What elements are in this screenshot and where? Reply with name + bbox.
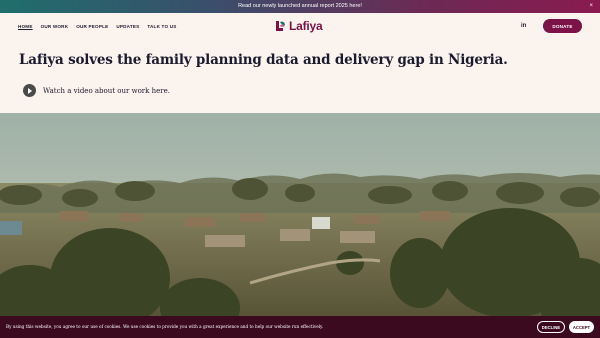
nav-item-our-people[interactable]: OUR PEOPLE — [76, 24, 108, 29]
accept-button[interactable]: ACCEPT — [569, 321, 594, 333]
linkedin-icon[interactable]: in — [521, 23, 526, 29]
hero-village-image — [0, 113, 600, 338]
site-logo[interactable]: Lafiya — [275, 19, 323, 33]
lafiya-logo-mark-icon — [276, 21, 285, 31]
donate-button[interactable]: DONATE — [543, 19, 582, 33]
play-icon[interactable] — [23, 84, 36, 97]
cookie-banner: By using this website, you agree to our … — [0, 316, 600, 338]
logo-text: Lafiya — [289, 19, 323, 33]
site-header: HOME OUR WORK OUR PEOPLE UPDATES TALK TO… — [0, 13, 600, 40]
nav-item-home[interactable]: HOME — [18, 24, 33, 29]
watch-video-text[interactable]: Watch a video about our work here. — [43, 87, 170, 95]
page-headline: Lafiya solves the family planning data a… — [19, 52, 508, 68]
nav-item-our-work[interactable]: OUR WORK — [41, 24, 69, 29]
cookie-message: By using this website, you agree to our … — [6, 324, 324, 329]
decline-button[interactable]: DECLINE — [537, 321, 565, 333]
nav-item-updates[interactable]: UPDATES — [116, 24, 139, 29]
watch-video-link[interactable]: Watch a video about our work here. — [23, 84, 170, 97]
main-nav: HOME OUR WORK OUR PEOPLE UPDATES TALK TO… — [18, 24, 177, 29]
announcement-text[interactable]: Read our newly launched annual report 20… — [238, 3, 362, 9]
announcement-bar[interactable]: Read our newly launched annual report 20… — [0, 0, 600, 13]
nav-item-talk-to-us[interactable]: TALK TO US — [147, 24, 176, 29]
close-icon[interactable]: × — [589, 0, 593, 13]
